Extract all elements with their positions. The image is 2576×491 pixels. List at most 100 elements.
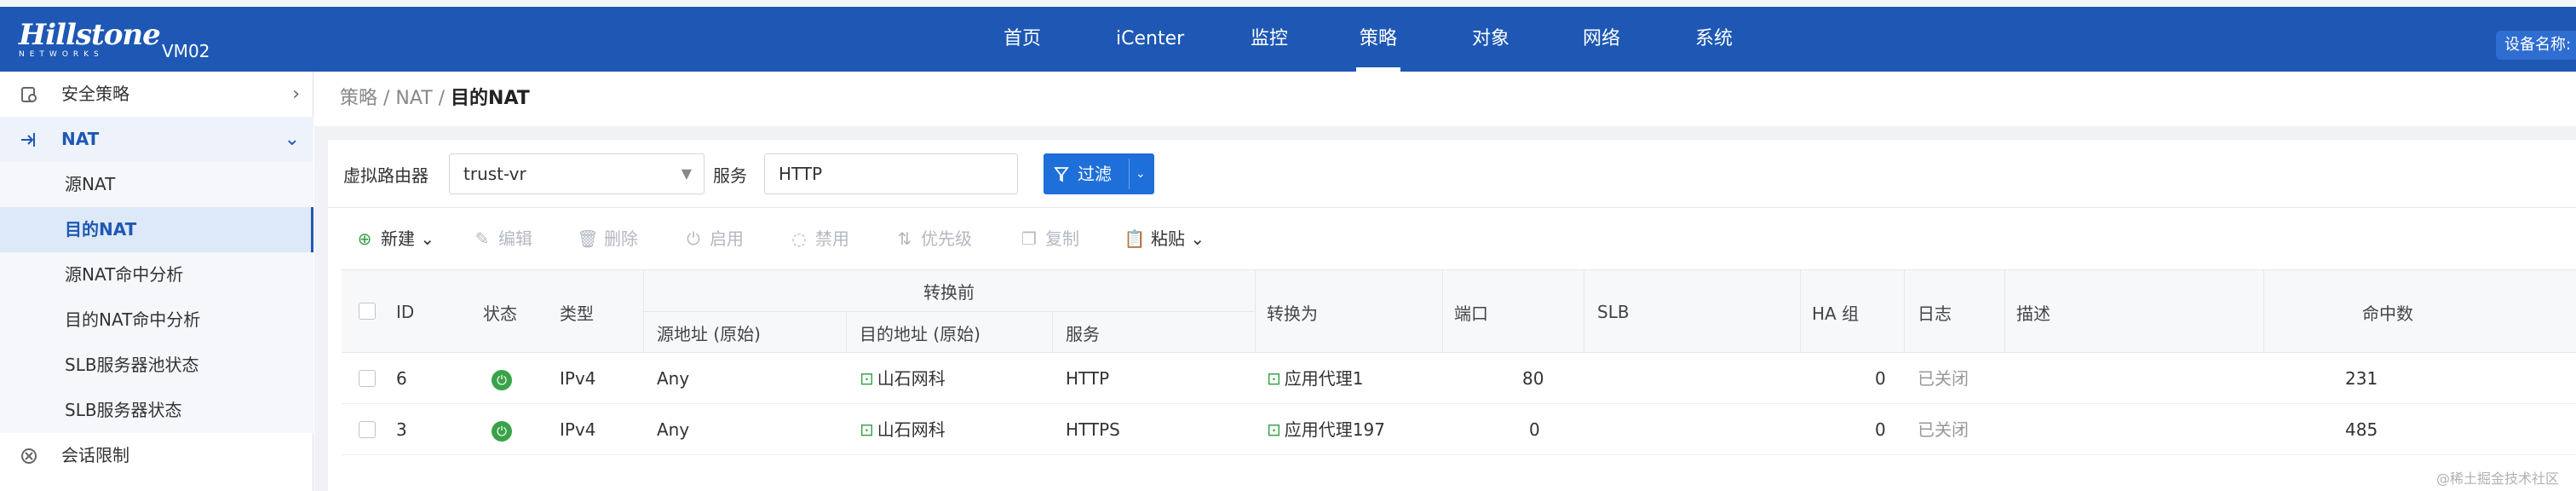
row-checkbox[interactable]	[359, 370, 376, 387]
header-desc[interactable]: 描述	[2016, 270, 2050, 354]
cell-service: HTTPS	[1066, 419, 1120, 440]
toolbar: ⊕ 新建 ⌄ ✎ 编辑 🗑 删除 ⏻ 启用 ◌ 禁用 ⇅ 优先级 ❐ 复制 📋 粘贴 ⌄	[328, 208, 2576, 269]
chevron-down-icon[interactable]: ⌄	[1136, 153, 1146, 194]
header-src[interactable]: 源地址 (原始)	[657, 311, 761, 354]
vrouter-select[interactable]: trust-vr ▼	[449, 153, 704, 194]
dst-value: 山石网科	[877, 419, 946, 440]
trash-icon: 🗑	[577, 228, 599, 249]
address-book-icon: ⊡	[1267, 368, 1281, 389]
sidebar-label: 源NAT	[65, 174, 116, 194]
device-label: VM02	[162, 41, 210, 61]
breadcrumb-current: 目的NAT	[451, 88, 530, 109]
cell-port: 0	[1529, 419, 1540, 440]
vrouter-label: 虚拟路由器	[343, 165, 428, 186]
table-row[interactable]: 3 ⏻ IPv4 Any ⊡ 山石网科 HTTPS ⊡ 应用代理197 0 0 已关…	[342, 404, 2576, 455]
disable-button[interactable]: ◌ 禁用	[788, 208, 849, 269]
breadcrumb-path[interactable]: 策略 / NAT /	[340, 88, 451, 109]
dst-value: 山石网科	[877, 368, 946, 389]
new-button[interactable]: ⊕ 新建 ⌄	[354, 208, 435, 269]
cell-id: 6	[396, 368, 407, 389]
device-name-badge[interactable]: 设备名称:	[2496, 31, 2576, 60]
nav-policy[interactable]: 策略	[1355, 7, 1401, 72]
cell-service: HTTP	[1066, 368, 1110, 389]
service-value: HTTP	[779, 164, 823, 184]
sidebar-label: 安全策略	[61, 84, 129, 104]
nav-system[interactable]: 系统	[1695, 7, 1733, 72]
edit-button[interactable]: ✎ 编辑	[471, 208, 532, 269]
header-translate-to[interactable]: 转换为	[1267, 270, 1318, 354]
priority-button[interactable]: ⇅ 优先级	[894, 208, 972, 269]
filter-label: 过滤	[1078, 164, 1112, 184]
cell-id: 3	[396, 419, 407, 440]
cell-status[interactable]: ⏻	[492, 404, 512, 455]
nav-home[interactable]: 首页	[1003, 7, 1041, 72]
cell-ha: 0	[1875, 368, 1886, 389]
sidebar-item-dnat-hit-analysis[interactable]: 目的NAT命中分析	[0, 297, 313, 343]
header-port[interactable]: 端口	[1454, 270, 1488, 354]
delete-button[interactable]: 🗑 删除	[577, 208, 638, 269]
cell-src: Any	[657, 368, 690, 389]
header-service[interactable]: 服务	[1066, 311, 1100, 354]
cell-ha: 0	[1875, 419, 1886, 440]
column-divider	[2263, 270, 2264, 354]
sidebar-item-dnat[interactable]: 目的NAT	[0, 207, 313, 252]
policy-icon	[17, 72, 41, 117]
service-input[interactable]: HTTP	[764, 153, 1018, 194]
select-all-checkbox[interactable]	[359, 303, 376, 320]
nav-network[interactable]: 网络	[1583, 7, 1620, 72]
header-dst[interactable]: 目的地址 (原始)	[860, 311, 980, 354]
priority-label: 优先级	[921, 228, 972, 249]
new-label: 新建	[381, 228, 415, 249]
button-divider	[1129, 159, 1130, 189]
breadcrumb: 策略 / NAT / 目的NAT	[314, 72, 2576, 126]
sidebar-item-security-policy[interactable]: 安全策略 ›	[0, 72, 313, 117]
sidebar-item-snat[interactable]: 源NAT	[0, 162, 313, 207]
table-header: ID 状态 类型 转换前 源地址 (原始) 目的地址 (原始) 服务 转换为 端…	[342, 269, 2576, 354]
session-limit-icon	[17, 433, 41, 478]
edit-label: 编辑	[498, 228, 532, 249]
chevron-down-icon: ⌄	[420, 228, 435, 249]
sidebar-item-slb-server-status[interactable]: SLB服务器状态	[0, 388, 313, 433]
nav-monitor[interactable]: 监控	[1251, 7, 1288, 72]
copy-button[interactable]: ❐ 复制	[1018, 208, 1079, 269]
service-label: 服务	[713, 165, 747, 186]
table-row[interactable]: 6 ⏻ IPv4 Any ⊡ 山石网科 HTTP ⊡ 应用代理1 80 0 已关闭 …	[342, 353, 2576, 404]
nav-objects[interactable]: 对象	[1472, 7, 1509, 72]
address-book-icon: ⊡	[860, 368, 874, 389]
cell-translate[interactable]: ⊡ 应用代理197	[1267, 404, 1385, 455]
translate-value: 应用代理197	[1284, 419, 1385, 440]
header-log[interactable]: 日志	[1918, 270, 1952, 354]
hillstone-logo[interactable]: Hillstone NETWORKS	[19, 20, 161, 59]
paste-button[interactable]: 📋 粘贴 ⌄	[1124, 208, 1205, 269]
enable-button[interactable]: ⏻ 启用	[682, 208, 744, 269]
filter-bar: 虚拟路由器 trust-vr ▼ 服务 HTTP 过滤 ⌄	[328, 140, 2576, 208]
header-status[interactable]: 状态	[483, 270, 517, 354]
clipboard-icon: 📋	[1124, 228, 1146, 249]
filter-button[interactable]: 过滤 ⌄	[1044, 153, 1154, 194]
delete-label: 删除	[604, 228, 638, 249]
header-ha[interactable]: HA 组	[1812, 270, 1859, 354]
header-slb[interactable]: SLB	[1597, 270, 1630, 354]
header-hits[interactable]: 命中数	[2362, 270, 2413, 354]
cell-status[interactable]: ⏻	[492, 353, 512, 404]
copy-label: 复制	[1045, 228, 1079, 249]
cell-dst[interactable]: ⊡ 山石网科	[860, 353, 946, 404]
cell-dst[interactable]: ⊡ 山石网科	[860, 404, 946, 455]
sidebar-item-slb-pool-status[interactable]: SLB服务器池状态	[0, 343, 313, 388]
enabled-status-icon: ⏻	[492, 420, 512, 442]
power-off-icon: ◌	[791, 228, 807, 249]
nav-icenter[interactable]: iCenter	[1116, 7, 1184, 72]
header-id[interactable]: ID	[396, 270, 414, 354]
column-divider	[643, 270, 644, 354]
column-divider	[1904, 270, 1905, 354]
dropdown-caret-icon: ▼	[681, 165, 692, 182]
sidebar-item-snat-hit-analysis[interactable]: 源NAT命中分析	[0, 252, 313, 297]
sidebar-label: NAT	[61, 129, 100, 149]
sidebar-item-session-limit[interactable]: 会话限制	[0, 433, 313, 478]
row-checkbox[interactable]	[359, 421, 376, 438]
header-type[interactable]: 类型	[560, 270, 594, 354]
sidebar-group-nat[interactable]: NAT ⌄	[0, 117, 313, 162]
cell-src: Any	[657, 419, 690, 440]
plus-circle-icon: ⊕	[357, 228, 372, 249]
cell-translate[interactable]: ⊡ 应用代理1	[1267, 353, 1364, 404]
